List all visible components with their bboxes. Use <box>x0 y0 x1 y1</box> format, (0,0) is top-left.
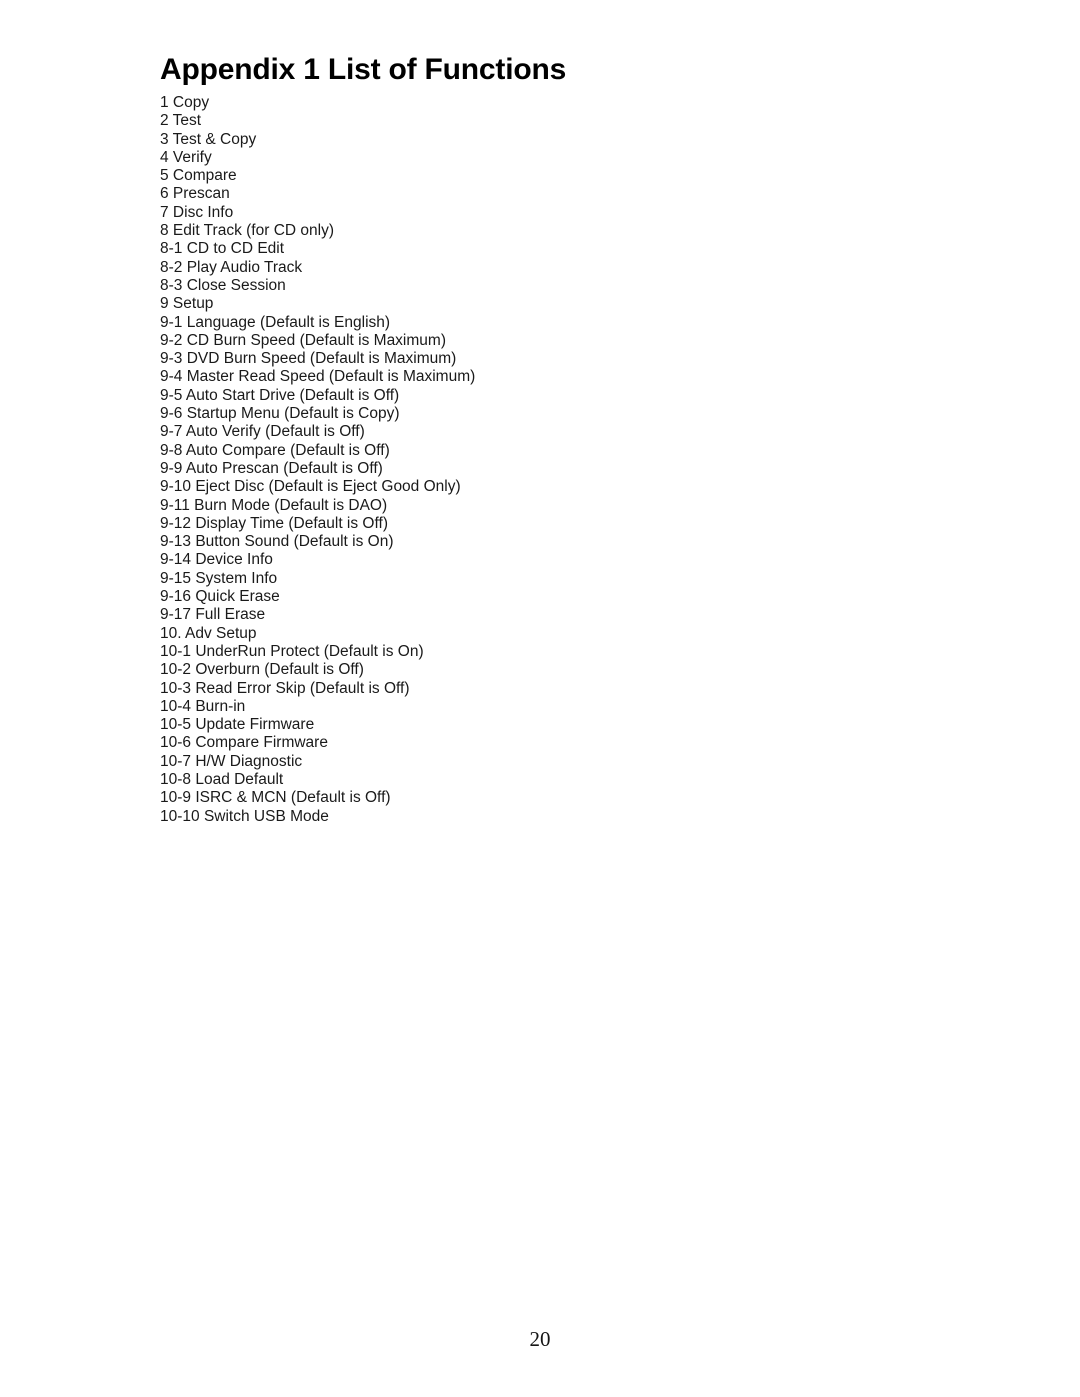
function-list-item: 8-1 CD to CD Edit <box>160 240 285 258</box>
function-list-item: 8 Edit Track (for CD only) <box>160 222 334 240</box>
function-list-item: 9-15 System Info <box>160 569 278 587</box>
function-list-item: 5 Compare <box>160 167 237 185</box>
function-list-item: 4 Verify <box>160 148 212 166</box>
function-list-item: 9-8 Auto Compare (Default is Off) <box>160 441 390 459</box>
function-list-item: 9-11 Burn Mode (Default is DAO) <box>160 496 388 514</box>
document-page: Appendix 1 List of Functions 1 Copy 2 Tes… <box>0 0 1080 1397</box>
function-list-item: 9 Setup <box>160 295 214 313</box>
function-list-item: 10-2 Overburn (Default is Off) <box>160 661 364 679</box>
function-list-item: 10-1 UnderRun Protect (Default is On) <box>160 642 424 660</box>
function-list-item: 9-6 Startup Menu (Default is Copy) <box>160 405 400 423</box>
function-list-item: 9-10 Eject Disc (Default is Eject Good O… <box>160 478 461 496</box>
function-list-item: 3 Test & Copy <box>160 130 257 148</box>
function-list-item: 10-8 Load Default <box>160 770 284 788</box>
function-list-item: 7 Disc Info <box>160 203 234 221</box>
function-list: 1 Copy 2 Test 3 Test & Copy 4 Verify 5 Compa… <box>160 94 960 826</box>
function-list-item: 2 Test <box>160 112 202 130</box>
function-list-item: 9-16 Quick Erase <box>160 588 280 606</box>
function-list-item: 8-2 Play Audio Track <box>160 258 303 276</box>
function-list-item: 9-14 Device Info <box>160 551 273 569</box>
function-list-item: 9-17 Full Erase <box>160 606 266 624</box>
function-list-item: 9-7 Auto Verify (Default is Off) <box>160 423 365 441</box>
function-list-item: 8-3 Close Session <box>160 276 286 294</box>
function-list-item: 10-9 ISRC & MCN (Default is Off) <box>160 789 391 807</box>
function-list-item: 6 Prescan <box>160 185 230 203</box>
function-list-item: 9-3 DVD Burn Speed (Default is Maximum) <box>160 350 457 368</box>
function-list-item: 9-2 CD Burn Speed (Default is Maximum) <box>160 331 446 349</box>
function-list-item: 10-3 Read Error Skip (Default is Off) <box>160 679 410 697</box>
page-content: Appendix 1 List of Functions 1 Copy 2 Tes… <box>160 52 960 826</box>
function-list-item: 10-5 Update Firmware <box>160 716 315 734</box>
function-list-item: 9-5 Auto Start Drive (Default is Off) <box>160 386 400 404</box>
function-list-item: 10-10 Switch USB Mode <box>160 807 329 825</box>
function-list-item: 10. Adv Setup <box>160 624 257 642</box>
page-title: Appendix 1 List of Functions <box>160 53 567 86</box>
function-list-item: 9-12 Display Time (Default is Off) <box>160 514 388 532</box>
function-list-item: 1 Copy <box>160 94 210 111</box>
function-list-item: 9-9 Auto Prescan (Default is Off) <box>160 459 383 477</box>
function-list-item: 10-4 Burn-in <box>160 697 246 715</box>
function-list-item: 9-4 Master Read Speed (Default is Maximu… <box>160 368 476 386</box>
function-list-item: 10-7 H/W Diagnostic <box>160 752 303 770</box>
function-list-item: 9-1 Language (Default is English) <box>160 313 391 331</box>
function-list-item: 9-13 Button Sound (Default is On) <box>160 533 394 551</box>
function-list-item: 10-6 Compare Firmware <box>160 734 328 752</box>
page-number: 20 <box>529 1327 551 1351</box>
